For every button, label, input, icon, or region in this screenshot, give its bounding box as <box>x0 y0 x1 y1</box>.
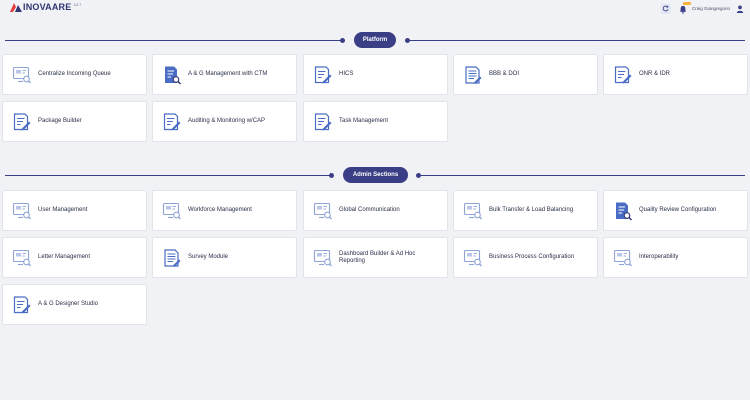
monitor-search-icon <box>463 201 483 221</box>
card-ag-designer-studio[interactable]: A & G Designer Studio <box>2 284 147 325</box>
card-task-management[interactable]: Task Management <box>303 101 448 142</box>
card-label: Workforce Management <box>188 207 252 213</box>
card-dashboard-builder[interactable]: Dashboard Builder & Ad Hoc Reporting <box>303 237 448 278</box>
card-label: Business Process Configuration <box>489 254 575 260</box>
brand-name: INOVAARE <box>23 2 72 12</box>
card-bulk-transfer[interactable]: Bulk Transfer & Load Balancing <box>453 190 598 231</box>
monitor-search-icon <box>12 201 32 221</box>
monitor-search-icon <box>12 248 32 268</box>
monitor-search-icon <box>12 65 32 85</box>
card-package-builder[interactable]: Package Builder <box>2 101 147 142</box>
document-edit-icon <box>313 112 333 132</box>
card-business-process-configuration[interactable]: Business Process Configuration <box>453 237 598 278</box>
card-label: A & G Designer Studio <box>38 301 99 307</box>
document-search-icon <box>162 65 182 85</box>
card-label: A & G Management with CTM <box>188 71 268 77</box>
notifications-button[interactable] <box>678 1 691 14</box>
refresh-button[interactable] <box>660 3 671 14</box>
card-bbb-doi[interactable]: BBB & DOI <box>453 54 598 95</box>
card-label: Bulk Transfer & Load Balancing <box>489 207 574 213</box>
document-list-icon <box>162 248 182 268</box>
platform-section-header: Platform <box>0 32 750 48</box>
document-list-icon <box>463 65 483 85</box>
card-label: Letter Management <box>38 254 91 260</box>
document-edit-icon <box>12 112 32 132</box>
card-hics[interactable]: HICS <box>303 54 448 95</box>
card-label: Dashboard Builder & Ad Hoc Reporting <box>339 250 416 264</box>
card-label: User Management <box>38 207 88 213</box>
card-label: BBB & DOI <box>489 71 520 77</box>
monitor-search-icon <box>313 201 333 221</box>
section-title-admin: Admin Sections <box>343 167 408 183</box>
divider-line <box>5 175 330 176</box>
user-icon <box>736 5 744 13</box>
card-interoperability[interactable]: Interoperability <box>603 237 748 278</box>
card-survey-module[interactable]: Survey Module <box>152 237 297 278</box>
card-label: ONR & IDR <box>639 71 671 77</box>
document-search-icon <box>613 201 633 221</box>
card-letter-management[interactable]: Letter Management <box>2 237 147 278</box>
card-centralize-incoming-queue[interactable]: Centralize Incoming Queue <box>2 54 147 95</box>
divider-line <box>421 175 745 176</box>
brand-version: 3.6.7 <box>73 3 82 7</box>
document-edit-icon <box>613 65 633 85</box>
divider-dot <box>329 173 334 178</box>
inovaare-logo-icon <box>10 2 22 12</box>
document-edit-icon <box>162 112 182 132</box>
card-quality-review-configuration[interactable]: Quality Review Configuration <box>603 190 748 231</box>
divider-line <box>5 40 345 41</box>
divider-line <box>410 40 745 41</box>
user-name[interactable]: Craig Giangregorio <box>692 6 730 11</box>
monitor-search-icon <box>313 248 333 268</box>
card-label: Centralize Incoming Queue <box>38 71 111 77</box>
card-label: Interoperability <box>639 254 679 260</box>
card-label: Task Management <box>339 118 389 124</box>
card-global-communication[interactable]: Global Communication <box>303 190 448 231</box>
card-label: Survey Module <box>188 254 229 260</box>
card-ag-management-with-ctm[interactable]: A & G Management with CTM <box>152 54 297 95</box>
card-label: HICS <box>339 71 354 77</box>
monitor-search-icon <box>463 248 483 268</box>
top-actions: Craig Giangregorio <box>660 1 745 14</box>
card-workforce-management[interactable]: Workforce Management <box>152 190 297 231</box>
card-label: Package Builder <box>38 118 82 124</box>
card-onr-idr[interactable]: ONR & IDR <box>603 54 748 95</box>
card-label: Global Communication <box>339 207 400 213</box>
document-edit-icon <box>313 65 333 85</box>
refresh-icon <box>663 5 669 12</box>
monitor-search-icon <box>162 201 182 221</box>
divider-dot <box>340 38 345 43</box>
card-label: Quality Review Configuration <box>639 207 717 213</box>
bell-icon <box>679 5 687 14</box>
monitor-search-icon <box>613 248 633 268</box>
card-user-management[interactable]: User Management <box>2 190 147 231</box>
card-auditing-monitoring[interactable]: Auditing & Monitoring w/CAP <box>152 101 297 142</box>
admin-section-header: Admin Sections <box>0 167 750 183</box>
document-edit-icon <box>12 295 32 315</box>
section-title-platform: Platform <box>354 32 396 48</box>
top-bar: INOVAARE 3.6.7 Craig Giangregorio <box>0 0 750 14</box>
user-menu-button[interactable] <box>735 4 745 14</box>
card-label: Auditing & Monitoring w/CAP <box>188 118 266 124</box>
brand[interactable]: INOVAARE 3.6.7 <box>10 2 81 12</box>
